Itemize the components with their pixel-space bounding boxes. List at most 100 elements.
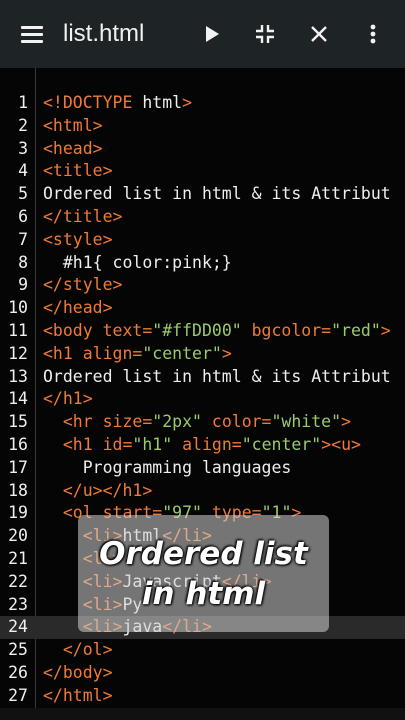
code-line[interactable]: 14 </h1> [0,388,405,411]
code-token: <hr [43,412,103,432]
code-text[interactable]: </ol> [43,639,113,662]
code-token: <h1 [43,343,83,363]
code-token: #h1{ color:pink;} [43,252,232,272]
code-line[interactable]: 26 </body> [0,662,405,685]
line-number: 13 [8,366,28,386]
menu-icon[interactable] [10,0,54,68]
line-number: 25 [8,640,28,660]
line-number: 17 [8,457,28,477]
code-text[interactable]: </html> [43,685,113,708]
line-number: 9 [18,275,28,295]
code-token: </body> [43,662,113,682]
code-token: id= [102,434,133,454]
code-token: > [341,412,351,432]
code-line[interactable]: 13 Ordered list in html & its Attribut [0,366,405,389]
code-token: align= [82,343,143,363]
code-text[interactable]: <body text="#ffDD00" bgcolor="red"> [43,320,391,343]
code-line[interactable]: 25 </ol> [0,639,405,662]
code-token: bgcolor= [241,320,332,340]
code-text[interactable]: </title> [43,206,122,229]
code-text[interactable]: </h1> [43,388,93,411]
code-token: <title> [43,161,113,181]
code-token: </html> [43,685,113,705]
line-number: 27 [8,685,28,705]
code-text[interactable]: Programming languages [43,457,292,480]
more-vert-icon[interactable] [351,0,395,68]
code-line[interactable]: 17 Programming languages [0,457,405,480]
code-line[interactable]: 3 <head> [0,138,405,161]
code-text[interactable]: <h1 id="h1" align="center"><u> [43,434,361,457]
code-text[interactable]: <hr size="2px" color="white"> [43,411,351,434]
line-number: 8 [18,252,28,272]
code-text[interactable]: Ordered list in html & its Attribut [43,183,391,206]
caption-line-2: in html [141,575,266,612]
code-token: "2px" [152,412,202,432]
line-number: 3 [18,138,28,158]
code-token: <head> [43,138,103,158]
code-token: "center" [241,434,322,454]
line-number: 23 [8,594,28,614]
code-token: > [182,93,193,112]
code-line[interactable]: 11 <body text="#ffDD00" bgcolor="red"> [0,320,405,343]
code-token: <style> [43,229,113,249]
code-token: "white" [271,412,342,432]
code-line[interactable]: 7 <style> [0,229,405,252]
line-number: 16 [8,434,28,454]
code-line[interactable]: 8 #h1{ color:pink;} [0,252,405,275]
code-text[interactable]: <h1 align="center"> [43,343,232,366]
code-text[interactable]: #h1{ color:pink;} [43,252,232,275]
line-number: 22 [8,571,28,591]
code-text[interactable]: <head> [43,138,103,161]
code-line[interactable]: 18 </u></h1> [0,480,405,503]
code-text[interactable]: </u></h1> [43,480,152,503]
code-token: Ordered list in html & its Attribut [43,184,391,204]
code-text[interactable]: <!DOCTYPE html> [43,92,192,115]
code-token: ><u> [321,434,361,454]
line-number: 21 [8,548,28,568]
code-token: text= [102,320,153,340]
code-token: </h1> [43,389,93,409]
code-text[interactable]: <style> [43,229,113,252]
app-bar: list.html [0,0,405,68]
code-token: <!DOCTYPE [43,93,143,112]
file-title: list.html [63,20,145,47]
code-token: </style> [43,275,123,295]
line-number: 24 [8,617,28,637]
collapse-icon[interactable] [243,0,287,68]
code-line[interactable]: 1 <!DOCTYPE html> [0,92,405,115]
code-line[interactable]: 5 Ordered list in html & its Attribut [0,183,405,206]
line-number: 4 [18,161,28,181]
caption-line-1: Ordered list [99,535,308,572]
code-text[interactable]: </head> [43,297,113,320]
code-text[interactable]: </style> [43,274,122,297]
code-token: > [221,343,232,363]
code-line[interactable]: 12 <h1 align="center"> [0,343,405,366]
code-token: </head> [43,298,113,318]
code-token: </u></h1> [43,480,153,500]
code-token: <body [43,320,103,340]
line-number: 12 [8,343,28,363]
code-token: "#ffDD00" [152,320,242,340]
line-number: 18 [8,480,28,500]
code-line[interactable]: 6 </title> [0,206,405,229]
code-line[interactable]: 27 </html> [0,685,405,708]
code-text[interactable]: Ordered list in html & its Attribut [43,366,391,389]
close-icon[interactable] [297,0,341,68]
play-icon[interactable] [190,0,234,68]
line-number: 14 [8,389,28,409]
code-line[interactable]: 9 </style> [0,274,405,297]
code-line[interactable]: 15 <hr size="2px" color="white"> [0,411,405,434]
code-line[interactable]: 2 <html> [0,115,405,138]
bottom-bar [0,708,405,720]
code-token: Programming languages [43,457,292,477]
line-number: 6 [18,206,28,226]
code-text[interactable]: <title> [43,160,113,183]
code-text[interactable]: <html> [43,115,103,138]
code-line[interactable]: 4 <title> [0,160,405,183]
code-token: </title> [43,206,123,226]
code-line[interactable]: 16 <h1 id="h1" align="center"><u> [0,434,405,457]
line-number: 2 [18,115,28,135]
code-token: html [142,93,183,112]
code-line[interactable]: 10 </head> [0,297,405,320]
code-text[interactable]: </body> [43,662,113,685]
